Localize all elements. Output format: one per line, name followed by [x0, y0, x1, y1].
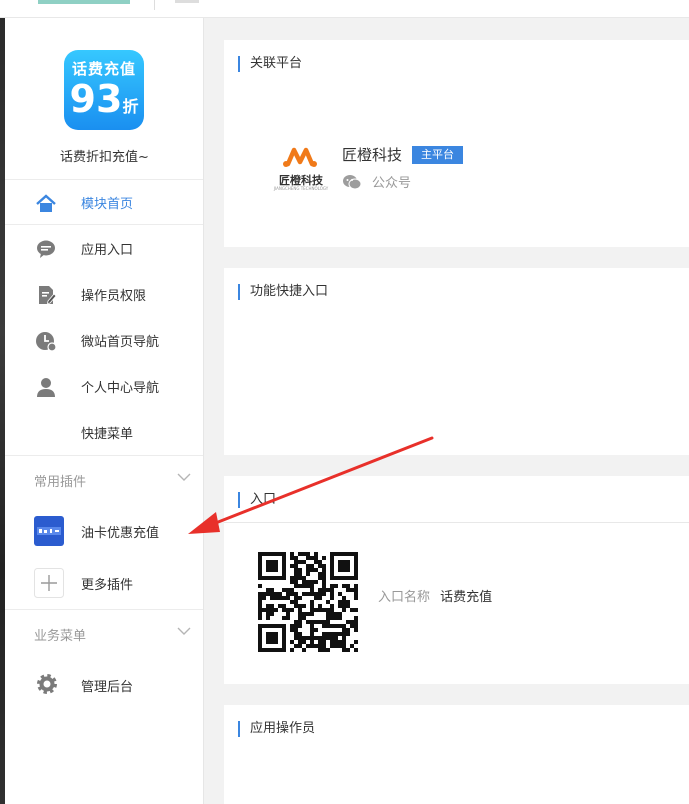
module-brand: 话费充值 93折 话费折扣充值~: [5, 18, 203, 180]
top-logo: [38, 0, 130, 4]
platform-type-row: 公众号: [342, 172, 411, 191]
logo-unit: 折: [122, 97, 139, 116]
plugin-label: 油卡优惠充值: [81, 525, 160, 541]
menu-label: 快捷菜单: [81, 426, 134, 442]
top-toggle[interactable]: [175, 0, 199, 3]
platform-name[interactable]: 匠橙科技: [342, 146, 402, 164]
panel-title: 入口: [238, 492, 276, 508]
qr-code[interactable]: [258, 552, 358, 652]
platform-logo-subtext: JIANGCHENG TECHNOLOGY: [273, 186, 329, 191]
platform-type: 公众号: [372, 176, 412, 191]
entry-name-label: 入口名称: [378, 590, 431, 605]
menu-label: 应用入口: [81, 242, 134, 258]
platform-name-row: 匠橙科技 主平台: [342, 144, 464, 165]
menu-item-home[interactable]: 模块首页: [5, 180, 203, 225]
menu-label: 模块首页: [81, 196, 134, 212]
edit-document-icon: [39, 286, 57, 305]
chevron-down-icon: [177, 627, 191, 635]
panel-title: 关联平台: [238, 56, 302, 72]
panel-title: 功能快捷入口: [238, 284, 328, 300]
menu-item-app-entry[interactable]: 应用入口: [5, 225, 203, 271]
group-business-menu[interactable]: 业务菜单: [5, 609, 203, 659]
panel-title: 应用操作员: [238, 721, 315, 737]
group-title: 常用插件: [34, 475, 87, 490]
platform-logo: 匠橙科技 JIANGCHENG TECHNOLOGY: [272, 142, 330, 191]
menu-item-personal-center-nav[interactable]: 个人中心导航: [5, 363, 203, 409]
menu-item-admin-backend[interactable]: 管理后台: [5, 659, 203, 711]
sidebar: 话费充值 93折 话费折扣充值~ 模块首页 应用入口 操作员权限 微站首页导航 …: [5, 18, 204, 804]
menu-item-quick-menu[interactable]: 快捷菜单: [5, 409, 203, 455]
menu-item-operator-permissions[interactable]: 操作员权限: [5, 271, 203, 317]
panel-operators: 应用操作员: [224, 705, 689, 804]
menu-label: 管理后台: [81, 679, 134, 695]
menu-label: 个人中心导航: [81, 380, 160, 396]
fuel-card-icon: [34, 516, 64, 546]
panel-quick-entry: 功能快捷入口: [224, 268, 689, 455]
top-bar: [0, 0, 689, 18]
entry-name-value: 话费充值: [440, 590, 493, 605]
main-platform-badge: 主平台: [412, 146, 464, 164]
plus-icon: [34, 568, 64, 598]
group-common-plugins[interactable]: 常用插件: [5, 455, 203, 505]
chat-bubble-icon: [37, 240, 55, 258]
entry-name-row: 入口名称 话费充值: [378, 586, 492, 605]
chevron-down-icon: [177, 473, 191, 481]
panel-divider: [224, 522, 689, 523]
clock-icon: [36, 332, 57, 352]
panel-entry: 入口 入口名称 话费充值: [224, 476, 689, 684]
module-name: 话费折扣充值~: [60, 150, 149, 165]
menu-item-microsite-nav[interactable]: 微站首页导航: [5, 317, 203, 363]
panel-linked-platform: 关联平台 匠橙科技 JIANGCHENG TECHNOLOGY 匠橙科技 主平台 …: [224, 40, 689, 247]
top-divider: [154, 0, 155, 10]
gear-icon: [37, 674, 57, 694]
user-icon: [37, 378, 55, 397]
plugin-label: 更多插件: [81, 577, 134, 593]
home-icon: [36, 194, 56, 212]
wechat-icon: [343, 174, 362, 189]
plugin-item-fuel-card[interactable]: 油卡优惠充值: [5, 505, 203, 557]
menu-label: 操作员权限: [81, 288, 147, 304]
group-title: 业务菜单: [34, 629, 87, 644]
module-logo-icon: 话费充值 93折: [64, 50, 144, 130]
menu-label: 微站首页导航: [81, 334, 160, 350]
logo-number: 93: [69, 77, 123, 121]
plugin-item-more[interactable]: 更多插件: [5, 557, 203, 609]
